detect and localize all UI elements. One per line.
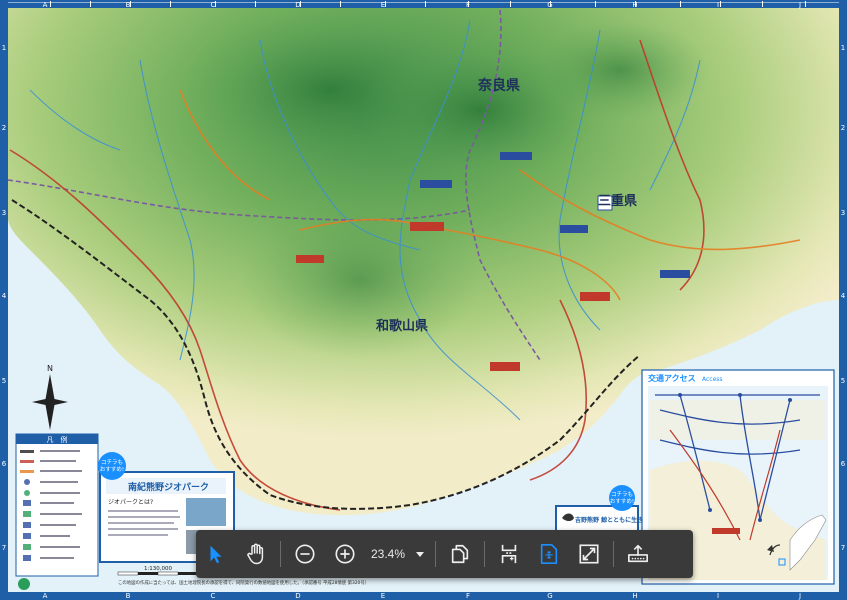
zoom-out-icon <box>295 544 315 564</box>
svg-text:2: 2 <box>2 124 6 132</box>
toolbar-separator <box>435 541 437 567</box>
svg-text:C: C <box>211 592 216 600</box>
fit-selection-icon <box>540 544 558 564</box>
svg-text:I: I <box>717 592 719 600</box>
recommend-badge-left: コチラも おすすめ! <box>98 452 126 480</box>
svg-text:B: B <box>126 1 131 9</box>
export-icon <box>628 544 649 563</box>
access-title: 交通アクセス <box>648 373 696 383</box>
pages-button[interactable] <box>440 530 480 578</box>
svg-text:1: 1 <box>841 44 845 52</box>
publisher-logo <box>18 578 30 590</box>
svg-text:6: 6 <box>2 460 7 468</box>
svg-text:H: H <box>632 592 637 600</box>
cursor-icon <box>210 545 222 564</box>
svg-text:4: 4 <box>841 292 846 300</box>
geopark-subtitle: ジオパークとは? <box>108 499 153 506</box>
svg-text:J: J <box>798 1 801 9</box>
pan-tool-button[interactable] <box>236 530 276 578</box>
toolbar-separator <box>280 541 281 567</box>
map-canvas[interactable]: 奈良県 三重県 和歌山県 N 凡 例 南紀熊野ジオパーク ジオパークとは? コチ… <box>0 0 847 600</box>
recommend-badge-right: コチラも おすすめ! <box>609 485 635 511</box>
svg-text:A: A <box>43 1 48 9</box>
svg-text:コチラも: コチラも <box>101 459 123 466</box>
svg-text:6: 6 <box>841 460 846 468</box>
svg-text:3: 3 <box>841 209 845 217</box>
pref-mie-label: 三重県 <box>598 193 637 209</box>
svg-text:コチラも: コチラも <box>611 491 633 498</box>
zoom-in-icon <box>335 544 355 564</box>
zoom-level-value: 23.4% <box>371 547 406 561</box>
svg-text:G: G <box>547 1 552 9</box>
footer-note: この地図の作成に当たっては、国土地理院長の承認を得て、同院発行の数値地図を使用し… <box>118 579 369 586</box>
svg-text:3: 3 <box>2 209 6 217</box>
toolbar-separator <box>613 541 615 567</box>
svg-text:5: 5 <box>2 377 6 385</box>
svg-text:2: 2 <box>841 124 845 132</box>
svg-text:F: F <box>466 1 470 9</box>
svg-text:C: C <box>211 1 216 9</box>
chevron-down-icon <box>416 552 425 557</box>
zoom-out-button[interactable] <box>285 530 325 578</box>
fullscreen-icon <box>579 544 599 564</box>
pref-wakayama-label: 和歌山県 <box>376 318 428 334</box>
svg-text:A: A <box>43 592 48 600</box>
access-subtitle: Access <box>702 376 723 383</box>
legend-panel: 凡 例 <box>15 433 99 577</box>
fit-selection-button[interactable] <box>529 530 569 578</box>
svg-text:D: D <box>295 1 300 9</box>
fit-page-icon <box>501 544 517 564</box>
svg-text:7: 7 <box>2 544 6 552</box>
scale-text: 1:130,000 <box>144 566 173 572</box>
legend-title: 凡 例 <box>47 435 68 444</box>
pref-nara-label: 奈良県 <box>477 77 520 94</box>
svg-text:1: 1 <box>2 44 6 52</box>
svg-text:H: H <box>632 1 637 9</box>
svg-text:5: 5 <box>841 377 845 385</box>
hand-icon <box>247 543 264 565</box>
zoom-in-button[interactable] <box>325 530 365 578</box>
fullscreen-button[interactable] <box>569 530 609 578</box>
svg-text:E: E <box>381 1 385 9</box>
svg-text:J: J <box>798 592 801 600</box>
svg-text:N: N <box>47 364 53 373</box>
svg-text:7: 7 <box>841 544 845 552</box>
svg-text:B: B <box>126 592 131 600</box>
svg-text:D: D <box>295 592 300 600</box>
whale-promo-title: 吉野熊野 鯨とともに生きる <box>575 516 649 524</box>
pages-icon <box>451 544 469 564</box>
toolbar-separator <box>484 541 486 567</box>
viewer-toolbar: 23.4% <box>196 530 693 578</box>
svg-text:おすすめ!: おすすめ! <box>100 466 124 473</box>
svg-text:I: I <box>717 1 719 9</box>
geopark-title: 南紀熊野ジオパーク <box>128 481 209 493</box>
export-button[interactable] <box>618 530 658 578</box>
select-tool-button[interactable] <box>196 530 236 578</box>
svg-text:F: F <box>466 592 470 600</box>
svg-text:4: 4 <box>2 292 7 300</box>
svg-text:E: E <box>381 592 385 600</box>
fit-page-button[interactable] <box>489 530 529 578</box>
svg-text:G: G <box>547 592 552 600</box>
svg-text:おすすめ!: おすすめ! <box>610 498 634 505</box>
zoom-level-dropdown[interactable]: 23.4% <box>365 530 431 578</box>
